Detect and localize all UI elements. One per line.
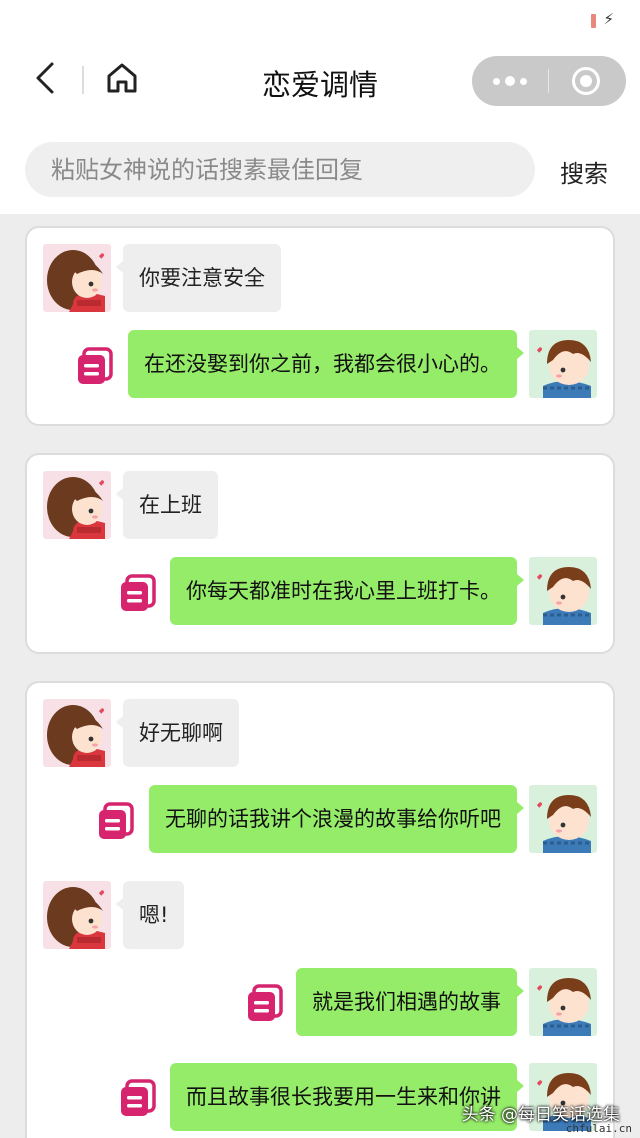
home-button[interactable]	[104, 58, 140, 98]
chat-card: 在上班 你每天都准时在我心里上班打卡。	[25, 453, 615, 654]
copy-icon[interactable]	[118, 573, 158, 613]
nav-bar: 恋爱调情	[0, 40, 640, 124]
mini-program-capsule	[472, 56, 626, 106]
home-icon	[107, 63, 137, 93]
search-button[interactable]: 搜索	[560, 154, 608, 189]
copy-icon-graphic	[121, 1079, 156, 1116]
more-dot-icon	[520, 77, 527, 85]
back-button[interactable]	[30, 58, 64, 98]
watermark-url: chfulai.cn	[565, 1122, 632, 1135]
copy-icon[interactable]	[118, 1078, 158, 1118]
message-bubble-right[interactable]: 在还没娶到你之前，我都会很小心的。	[128, 330, 524, 398]
message-bubble-left: 在上班	[116, 471, 218, 539]
girl-avatar-graphic	[43, 471, 111, 539]
charging-icon: ⚡	[603, 10, 614, 28]
back-arrow-icon	[36, 62, 54, 94]
close-mini-program-button[interactable]	[572, 67, 600, 95]
boy-avatar-graphic	[529, 557, 597, 625]
boy-avatar	[529, 785, 597, 853]
message-bubble-right[interactable]: 你每天都准时在我心里上班打卡。	[170, 557, 524, 625]
message-bubble-right[interactable]: 就是我们相遇的故事	[296, 968, 524, 1036]
more-dot-icon	[505, 76, 515, 86]
message-bubble-left: 好无聊啊	[116, 699, 239, 767]
chat-card: 好无聊啊 无聊的话我讲个浪漫的故事给你听吧 嗯! 就是我们相遇的故事 而且故事很…	[25, 681, 615, 1138]
boy-avatar-graphic	[529, 785, 597, 853]
copy-icon[interactable]	[245, 983, 285, 1023]
copy-icon-graphic	[99, 802, 134, 839]
girl-avatar	[43, 471, 111, 539]
message-bubble-left: 你要注意安全	[116, 244, 281, 312]
boy-avatar-graphic	[529, 968, 597, 1036]
status-bar: ⚡	[0, 0, 640, 40]
copy-icon[interactable]	[75, 346, 115, 386]
boy-avatar-graphic	[529, 330, 597, 398]
girl-avatar	[43, 244, 111, 312]
girl-avatar	[43, 699, 111, 767]
copy-icon-graphic	[248, 984, 283, 1021]
search-input[interactable]	[25, 142, 535, 197]
battery-icon	[591, 14, 596, 28]
chat-card: 你要注意安全 在还没娶到你之前，我都会很小心的。	[25, 226, 615, 426]
copy-icon-graphic	[78, 347, 113, 384]
message-bubble-right[interactable]: 无聊的话我讲个浪漫的故事给你听吧	[149, 785, 524, 853]
copy-icon[interactable]	[96, 801, 136, 841]
boy-avatar	[529, 557, 597, 625]
girl-avatar-graphic	[43, 699, 111, 767]
boy-avatar	[529, 330, 597, 398]
girl-avatar-graphic	[43, 881, 111, 949]
boy-avatar	[529, 968, 597, 1036]
more-dot-icon	[493, 77, 500, 85]
nav-divider	[82, 66, 84, 94]
search-bar: 搜索	[0, 124, 640, 214]
copy-icon-graphic	[121, 574, 156, 611]
girl-avatar-graphic	[43, 244, 111, 312]
more-button[interactable]	[472, 56, 548, 106]
girl-avatar	[43, 881, 111, 949]
message-bubble-left: 嗯!	[115, 881, 185, 949]
capsule-divider	[548, 69, 549, 93]
